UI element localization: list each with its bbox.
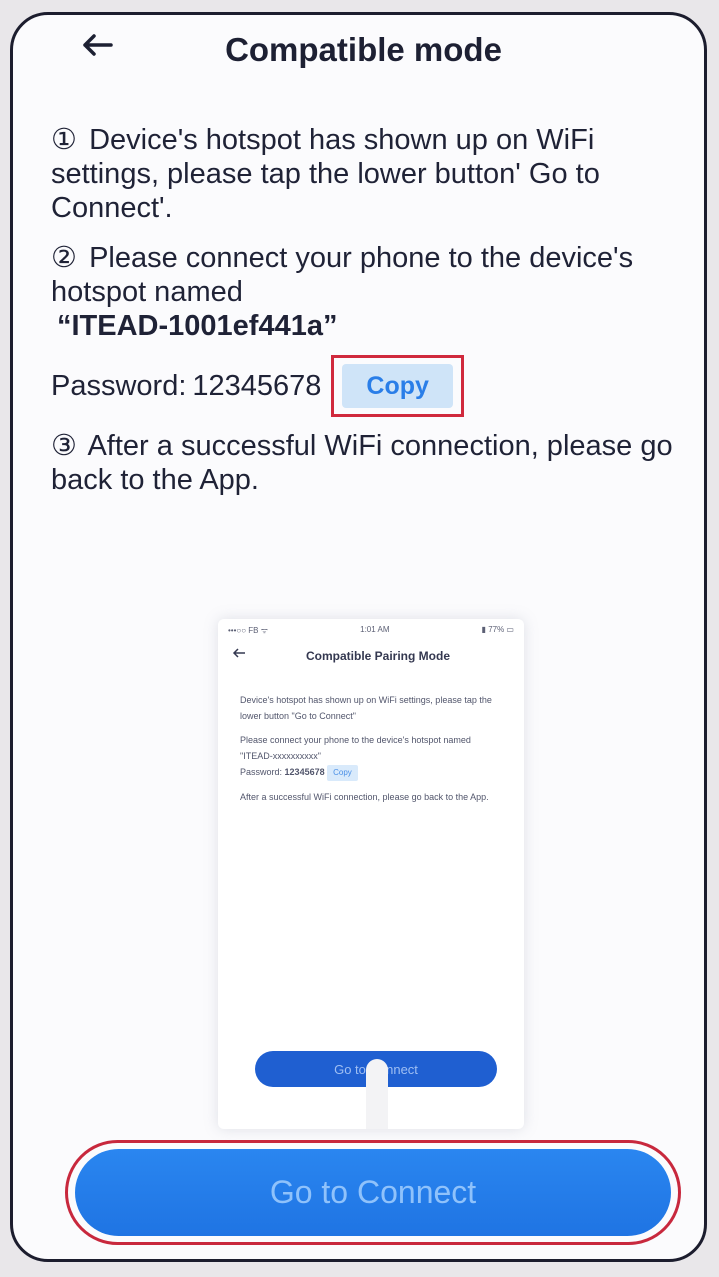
- tutorial-preview-image: •••○○ FB ᯤ 1:01 AM ▮ 77% ▭ Compatible Pa…: [218, 619, 524, 1129]
- preview-step-2: Please connect your phone to the device'…: [240, 732, 506, 781]
- step-number: ②: [51, 242, 77, 274]
- go-to-connect-button[interactable]: Go to Connect: [75, 1149, 671, 1236]
- hotspot-name: “ITEAD-1001ef441a”: [57, 310, 338, 342]
- preview-header: Compatible Pairing Mode: [218, 636, 524, 676]
- preview-password-label: Password:: [240, 767, 283, 777]
- step-text: After a successful WiFi connection, plea…: [51, 430, 673, 496]
- copy-button[interactable]: Copy: [342, 364, 453, 408]
- preview-title: Compatible Pairing Mode: [305, 649, 450, 663]
- instructions: ① Device's hotspot has shown up on WiFi …: [51, 123, 674, 513]
- step-text: Device's hotspot has shown up on WiFi se…: [51, 124, 600, 224]
- preview-body: Device's hotspot has shown up on WiFi se…: [218, 676, 524, 805]
- page-title: Compatible mode: [225, 31, 502, 68]
- preview-status-right: ▮ 77% ▭: [481, 625, 514, 634]
- app-screen: Compatible mode ① Device's hotspot has s…: [10, 12, 707, 1262]
- preview-status-time: 1:01 AM: [360, 625, 390, 634]
- step-number: ③: [51, 430, 77, 462]
- step-2: ② Please connect your phone to the devic…: [51, 241, 674, 343]
- go-to-connect-highlight: Go to Connect: [65, 1140, 681, 1245]
- preview-step-3: After a successful WiFi connection, plea…: [240, 789, 506, 805]
- finger-pointer: [366, 1059, 388, 1129]
- preview-step-text: Please connect your phone to the device'…: [240, 735, 471, 761]
- preview-step-1: Device's hotspot has shown up on WiFi se…: [240, 692, 506, 724]
- password-label: Password:: [51, 370, 187, 402]
- step-1: ① Device's hotspot has shown up on WiFi …: [51, 123, 674, 225]
- preview-step-text: After a successful WiFi connection, plea…: [240, 792, 489, 802]
- preview-status-bar: •••○○ FB ᯤ 1:01 AM ▮ 77% ▭: [218, 619, 524, 636]
- preview-password-value: 12345678: [284, 767, 325, 777]
- header: Compatible mode: [13, 15, 704, 77]
- preview-step-text: Device's hotspot has shown up on WiFi se…: [240, 695, 492, 721]
- password-row: Password: 12345678 Copy: [51, 355, 674, 417]
- copy-highlight: Copy: [331, 355, 464, 417]
- preview-status-left: •••○○ FB ᯤ: [228, 626, 269, 635]
- step-number: ①: [51, 124, 77, 156]
- step-text: Please connect your phone to the device'…: [51, 242, 634, 308]
- password-value: 12345678: [192, 370, 322, 402]
- step-3: ③ After a successful WiFi connection, pl…: [51, 429, 674, 497]
- preview-copy-button: Copy: [327, 765, 358, 781]
